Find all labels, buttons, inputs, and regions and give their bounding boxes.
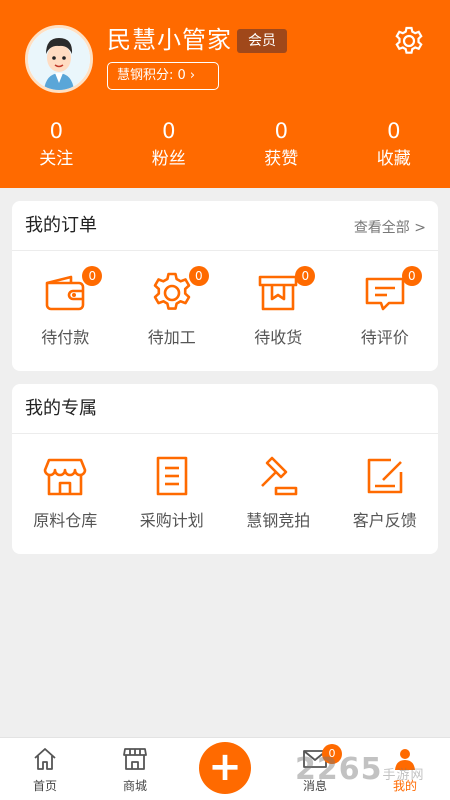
- exclusive-label: 慧钢竞拍: [246, 511, 311, 530]
- watermark-main: 2265: [295, 752, 383, 787]
- stat-favorites[interactable]: 0 收藏: [338, 118, 450, 178]
- watermark-sub: 手游网: [382, 768, 425, 783]
- tab-mall[interactable]: 商城: [100, 738, 170, 800]
- count-badge: 0: [188, 266, 209, 286]
- exclusive-label: 采购计划: [139, 511, 204, 530]
- stat-label: 关注: [39, 149, 74, 169]
- stats-row: 0 关注 0 粉丝 0 获赞 0 收藏: [0, 118, 450, 178]
- username: 民慧小管家: [107, 26, 232, 54]
- clipboard-icon: [156, 456, 188, 496]
- order-pending-receipt[interactable]: 0 待收货: [225, 251, 332, 371]
- stat-value: 0: [387, 119, 401, 143]
- cartoon-avatar-icon: [28, 28, 90, 90]
- stat-value: 0: [274, 119, 288, 143]
- count-badge: 0: [82, 266, 103, 286]
- stat-value: 0: [162, 119, 176, 143]
- store-icon: [123, 748, 147, 770]
- order-label: 待收货: [254, 328, 303, 347]
- edit-icon: [367, 458, 403, 494]
- order-label: 待加工: [147, 328, 196, 347]
- add-button[interactable]: +: [199, 742, 251, 794]
- stat-value: 0: [49, 119, 63, 143]
- warehouse-icon: [43, 458, 87, 496]
- my-exclusive-title: 我的专属: [25, 398, 97, 419]
- stat-label: 获赞: [264, 149, 299, 169]
- order-pending-payment[interactable]: 0 待付款: [12, 251, 119, 371]
- stat-fans[interactable]: 0 粉丝: [113, 118, 226, 178]
- order-processing[interactable]: 0 待加工: [119, 251, 226, 371]
- view-all-orders-link[interactable]: 查看全部 >: [354, 218, 426, 238]
- count-badge: 0: [401, 266, 422, 286]
- exclusive-label: 原料仓库: [33, 511, 98, 530]
- my-orders-card: 我的订单 查看全部 > 0 待付款 0 待加工 0 待收货 0 待评价: [12, 201, 438, 371]
- card-header: 我的专属: [12, 384, 438, 434]
- stat-follow[interactable]: 0 关注: [0, 118, 113, 178]
- tab-label: 商城: [122, 779, 147, 793]
- order-label: 待评价: [360, 328, 409, 347]
- avatar[interactable]: [25, 25, 93, 93]
- steel-auction[interactable]: 慧钢竞拍: [225, 434, 332, 554]
- stat-label: 收藏: [376, 149, 411, 169]
- settings-button[interactable]: [392, 24, 426, 58]
- raw-material-warehouse[interactable]: 原料仓库: [12, 434, 119, 554]
- tab-home[interactable]: 首页: [10, 738, 80, 800]
- card-header: 我的订单 查看全部 >: [12, 201, 438, 251]
- stat-label: 粉丝: [151, 149, 186, 169]
- profile-header: 民慧小管家 会员 慧钢积分: 0 › 0 关注 0 粉丝 0 获赞 0 收藏: [0, 0, 450, 188]
- customer-feedback[interactable]: 客户反馈: [332, 434, 439, 554]
- stat-likes[interactable]: 0 获赞: [225, 118, 338, 178]
- member-badge: 会员: [237, 29, 287, 53]
- points-button[interactable]: 慧钢积分: 0 ›: [107, 62, 219, 90]
- order-pending-review[interactable]: 0 待评价: [332, 251, 439, 371]
- my-orders-title: 我的订单: [25, 215, 97, 236]
- gear-icon: [395, 26, 423, 54]
- watermark-logo: 2265手游网: [295, 752, 425, 794]
- gavel-icon: [261, 456, 298, 496]
- purchase-plan[interactable]: 采购计划: [119, 434, 226, 554]
- exclusive-label: 客户反馈: [352, 511, 417, 530]
- home-icon: [34, 748, 56, 770]
- order-label: 待付款: [41, 328, 90, 347]
- count-badge: 0: [295, 266, 316, 286]
- my-exclusive-card: 我的专属 原料仓库 采购计划 慧钢竞拍 客户反馈: [12, 384, 438, 554]
- tab-label: 首页: [32, 779, 57, 793]
